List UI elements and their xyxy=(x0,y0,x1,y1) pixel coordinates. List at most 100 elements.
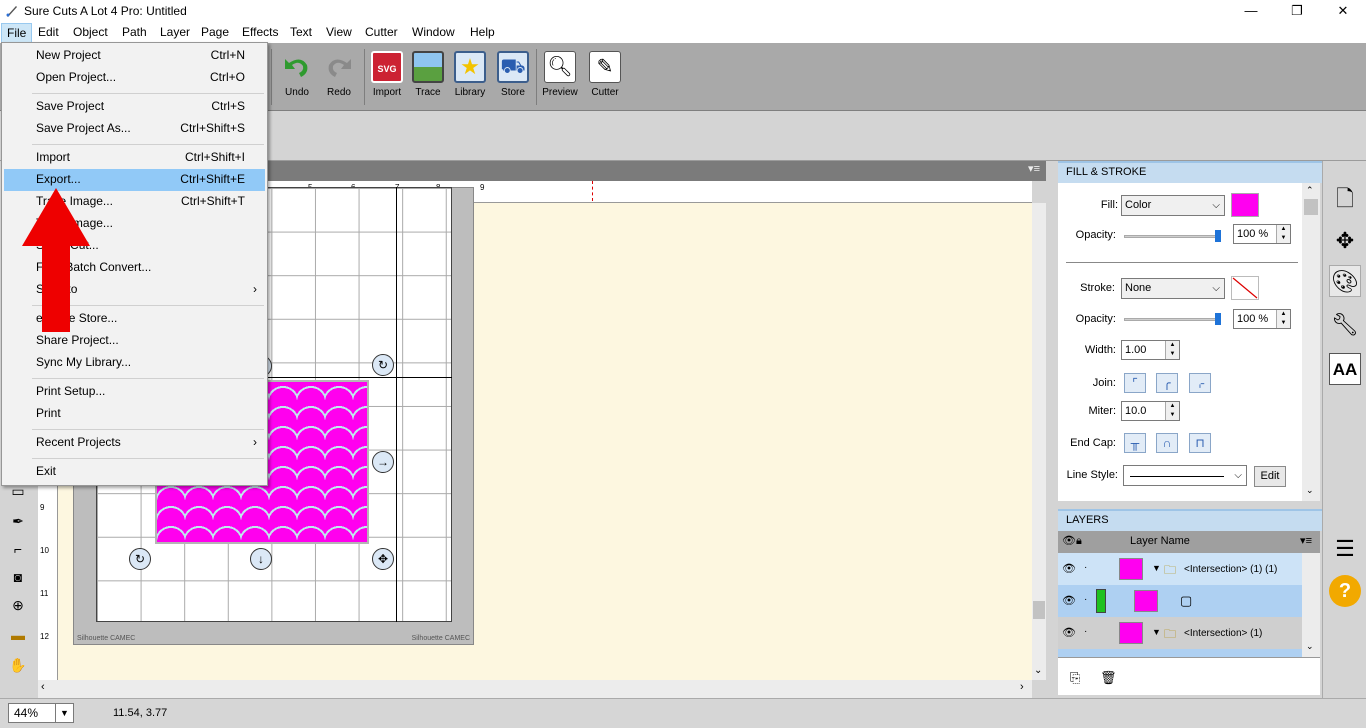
eye-icon[interactable]: 👁︎ xyxy=(1062,594,1076,607)
canvas-vertical-scrollbar[interactable]: ⌄ xyxy=(1032,203,1046,680)
menu-path[interactable]: Path xyxy=(117,23,152,43)
menu-item-open-project[interactable]: Open Project... Ctrl+O xyxy=(4,67,265,89)
handle-bottom[interactable]: ↓ xyxy=(250,548,272,570)
menu-help[interactable]: Help xyxy=(465,23,500,43)
fill-opacity-thumb[interactable] xyxy=(1215,230,1221,242)
cutter-button[interactable]: ✎ Cutter xyxy=(583,51,627,107)
expand-arrow-icon[interactable]: ▼ xyxy=(1152,627,1161,637)
palette-icon[interactable]: 🎨︎ xyxy=(1329,265,1361,297)
stroke-opacity-slider[interactable] xyxy=(1124,318,1220,321)
eye-icon[interactable]: 👁︎ xyxy=(1062,562,1076,575)
cap-square-icon[interactable]: ⊓ xyxy=(1189,433,1211,453)
fill-stroke-header[interactable]: FILL & STROKE xyxy=(1058,161,1322,183)
handle-right[interactable]: → xyxy=(372,451,394,473)
text-icon[interactable]: AA xyxy=(1329,353,1361,385)
stroke-none-swatch[interactable] xyxy=(1231,276,1259,300)
menu-item-save-project-as[interactable]: Save Project As... Ctrl+Shift+S xyxy=(4,118,265,140)
layer-row[interactable]: 👁︎ · ▼ 🗀 <Intersection> (1) xyxy=(1058,617,1302,649)
menu-text[interactable]: Text xyxy=(285,23,317,43)
scroll-right-icon[interactable]: › xyxy=(1020,681,1024,693)
miter-input[interactable]: 10.0 ▲ ▼ xyxy=(1121,401,1180,421)
spinner-icon[interactable]: ▲ ▼ xyxy=(1165,402,1179,420)
import-button[interactable]: SVG Import xyxy=(365,51,409,107)
ruler-tool-icon[interactable]: ▬ xyxy=(8,625,28,645)
menu-item-recent-projects[interactable]: Recent Projects › xyxy=(4,432,265,454)
store-button[interactable]: ⛟ Store xyxy=(491,51,535,107)
lock-dot-icon[interactable]: · xyxy=(1084,626,1087,637)
preview-button[interactable]: 🔍︎ Preview xyxy=(538,51,582,107)
menu-page[interactable]: Page xyxy=(196,23,234,43)
join-miter-icon[interactable]: ⌜ xyxy=(1124,373,1146,393)
lock-dot-icon[interactable]: · xyxy=(1084,594,1087,605)
scroll-thumb[interactable] xyxy=(1033,601,1045,619)
menu-item-print-setup[interactable]: Print Setup... xyxy=(4,381,265,403)
move-handle-icon[interactable]: ✥ xyxy=(372,548,394,570)
layer-row[interactable]: 👁︎ · ▢ xyxy=(1058,585,1302,617)
stroke-opacity-thumb[interactable] xyxy=(1215,313,1221,325)
menu-edit[interactable]: Edit xyxy=(33,23,64,43)
line-style-select[interactable]: ⌵ xyxy=(1123,465,1247,486)
spinner-icon[interactable]: ▲ ▼ xyxy=(1276,310,1290,328)
fill-color-swatch[interactable] xyxy=(1231,193,1259,217)
scroll-up-icon[interactable]: ⌃ xyxy=(1306,185,1314,196)
width-input[interactable]: 1.00 ▲ ▼ xyxy=(1121,340,1180,360)
cap-round-icon[interactable]: ∩ xyxy=(1156,433,1178,453)
layers-icon[interactable]: ☰ xyxy=(1329,533,1361,565)
spinner-icon[interactable]: ▲ ▼ xyxy=(1276,225,1290,243)
document-menu-icon[interactable]: ▾≡ xyxy=(1028,162,1040,175)
scroll-left-icon[interactable]: ‹ xyxy=(41,681,45,693)
scroll-down-icon[interactable]: ⌄ xyxy=(1034,665,1042,676)
join-round-icon[interactable]: ╭ xyxy=(1156,373,1178,393)
edit-line-style-button[interactable]: Edit xyxy=(1254,466,1286,487)
node-tool-icon[interactable]: ⌐ xyxy=(8,539,28,559)
undo-button[interactable]: Undo xyxy=(275,51,319,107)
menu-item-new-project[interactable]: New Project Ctrl+N xyxy=(4,45,265,67)
trace-button[interactable]: Trace xyxy=(406,51,450,107)
canvas-horizontal-scrollbar[interactable]: ‹ › xyxy=(38,680,1032,698)
menu-view[interactable]: View xyxy=(321,23,357,43)
stroke-type-select[interactable]: None ⌵ xyxy=(1121,278,1225,299)
menu-effects[interactable]: Effects xyxy=(237,23,283,43)
layers-menu-icon[interactable]: ▾≡ xyxy=(1300,531,1312,552)
eye-icon[interactable]: 👁︎ xyxy=(1062,626,1076,639)
scroll-thumb[interactable] xyxy=(1304,199,1318,215)
weld-tool-icon[interactable]: ◙ xyxy=(8,567,28,587)
menu-file[interactable]: File xyxy=(1,23,33,43)
fill-opacity-input[interactable]: 100 % ▲ ▼ xyxy=(1233,224,1291,244)
lock-dot-icon[interactable]: · xyxy=(1084,562,1087,573)
rotate-handle-top-right-icon[interactable]: ↻ xyxy=(372,354,394,376)
layers-header[interactable]: LAYERS xyxy=(1058,509,1322,531)
menu-item-save-project[interactable]: Save Project Ctrl+S xyxy=(4,96,265,118)
scroll-down-icon[interactable]: ⌄ xyxy=(1306,641,1314,652)
minimize-button[interactable]: — xyxy=(1228,0,1274,23)
layers-scrollbar[interactable]: ⌄ xyxy=(1302,553,1320,657)
document-icon[interactable]: 🗋 xyxy=(1329,183,1361,215)
rotate-handle-bottom-left-icon[interactable]: ↻ xyxy=(129,548,151,570)
chevron-down-icon[interactable]: ▼ xyxy=(55,704,73,722)
menu-item-import[interactable]: Import Ctrl+Shift+I xyxy=(4,147,265,169)
fill-stroke-scrollbar[interactable]: ⌃ ⌄ xyxy=(1302,183,1320,501)
stroke-opacity-input[interactable]: 100 % ▲ ▼ xyxy=(1233,309,1291,329)
new-layer-icon[interactable]: ⎘ xyxy=(1070,670,1080,686)
redo-button[interactable]: Redo xyxy=(317,51,361,107)
menu-window[interactable]: Window xyxy=(407,23,460,43)
menu-object[interactable]: Object xyxy=(68,23,113,43)
zoom-select[interactable]: 44% ▼ xyxy=(8,703,74,723)
trash-icon[interactable]: 🗑︎ xyxy=(1100,670,1117,686)
join-bevel-icon[interactable]: ⌌ xyxy=(1189,373,1211,393)
restore-button[interactable]: ❐ xyxy=(1274,0,1320,23)
menu-cutter[interactable]: Cutter xyxy=(360,23,403,43)
library-button[interactable]: ★ Library xyxy=(448,51,492,107)
expand-arrow-icon[interactable]: ▼ xyxy=(1152,563,1161,573)
fill-type-select[interactable]: Color ⌵ xyxy=(1121,195,1225,216)
fill-opacity-slider[interactable] xyxy=(1124,235,1220,238)
spinner-icon[interactable]: ▲ ▼ xyxy=(1165,341,1179,359)
pen-tool-icon[interactable]: ✒ xyxy=(8,511,28,531)
cap-butt-icon[interactable]: ╥ xyxy=(1124,433,1146,453)
move-icon[interactable]: ✥ xyxy=(1329,225,1361,257)
menu-item-sync-library[interactable]: Sync My Library... xyxy=(4,352,265,374)
close-button[interactable]: ✕ xyxy=(1320,0,1366,23)
hand-tool-icon[interactable]: ✋ xyxy=(8,655,28,675)
zoom-tool-icon[interactable]: ⊕ xyxy=(8,595,28,615)
layer-row[interactable]: 👁︎ · ▼ 🗀 <Intersection> (1) (1) xyxy=(1058,553,1302,585)
